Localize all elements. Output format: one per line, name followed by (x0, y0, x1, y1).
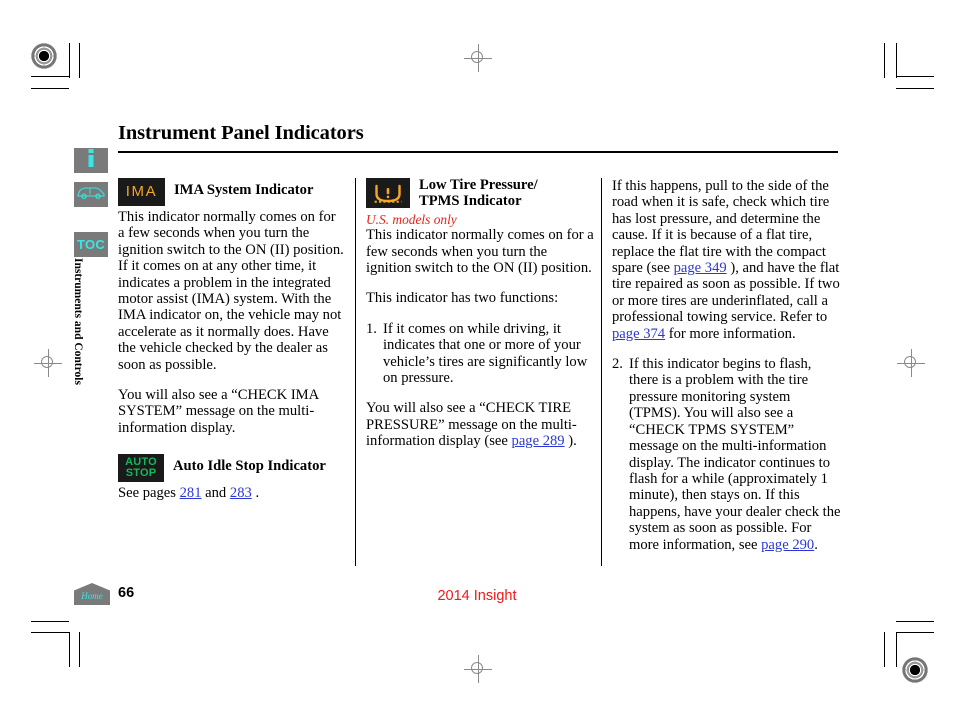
toc-label: TOC (76, 237, 106, 252)
list-item-text-post: . (814, 536, 818, 553)
left-column: IMA IMA System Indicator This indicator … (118, 178, 344, 502)
tpms-function-list: 1. If it comes on while driving, it indi… (366, 321, 594, 387)
column-divider-2 (601, 178, 603, 566)
registration-mark-bottom-center (464, 655, 492, 683)
see-pages-prefix: See pages (118, 485, 176, 502)
crop-mark-bottom-left-v2 (79, 632, 81, 667)
ima-icon-label: IMA (125, 182, 158, 200)
crop-mark-bottom-right-h (896, 632, 934, 634)
crop-mark-top-left-v2 (79, 43, 81, 78)
tpms-closing-post: ). (568, 433, 577, 450)
page-link-374[interactable]: page 374 (612, 326, 665, 342)
tpms-closing-paragraph: You will also see a “CHECK TIRE PRESSURE… (366, 400, 594, 449)
list-item-text: If it comes on while driving, it indicat… (383, 320, 588, 387)
sidebar-item-toc[interactable]: TOC (74, 232, 108, 257)
ima-indicator-icon: IMA (118, 178, 165, 206)
crop-mark-bottom-left-h (31, 632, 69, 634)
auto-idle-stop-header: AUTO STOP Auto Idle Stop Indicator (118, 454, 344, 483)
crop-mark-top-right-h (896, 76, 934, 78)
auto-idle-stop-title: Auto Idle Stop Indicator (173, 458, 326, 475)
ima-paragraph-1: This indicator normally comes on for a f… (118, 209, 344, 373)
crop-mark-bottom-left-v (69, 632, 71, 667)
ima-indicator-title: IMA System Indicator (174, 182, 314, 198)
page-link-283[interactable]: 283 (230, 485, 252, 501)
tire-pressure-icon (366, 178, 410, 208)
crop-mark-bottom-right-h2 (896, 621, 934, 623)
column-divider-1 (355, 178, 357, 566)
crop-mark-top-right-h2 (896, 88, 934, 90)
see-pages-suffix: . (255, 485, 260, 502)
page-link-349[interactable]: page 349 (674, 260, 727, 276)
sidebar-item-info[interactable] (74, 148, 108, 173)
registration-mark-top-center (464, 44, 492, 72)
list-item-number: 1. (366, 320, 377, 337)
right-column: If this happens, pull to the side of the… (612, 178, 844, 553)
see-pages-between: and (205, 485, 227, 502)
tpms-indicator-title: Low Tire Pressure/ TPMS Indicator (419, 177, 538, 209)
tpms-paragraph-2: This indicator has two functions: (366, 290, 559, 307)
crop-mark-bottom-right-v2 (896, 632, 898, 667)
us-models-note: U.S. models only (366, 212, 457, 228)
right-para-post: for more information. (668, 325, 796, 342)
page-link-281[interactable]: 281 (180, 485, 202, 501)
crop-mark-bottom-left-h2 (31, 621, 69, 623)
model-name: 2014 Insight (437, 588, 517, 604)
crop-mark-top-right-v (884, 43, 886, 78)
auto-idle-stop-reference: See pages 281 and 283 . (118, 485, 344, 501)
crop-mark-bottom-right-v (884, 632, 886, 667)
crop-mark-top-left-v (69, 43, 71, 78)
middle-column: Low Tire Pressure/ TPMS Indicator U.S. m… (366, 177, 594, 450)
registration-bullseye-bottom-right (902, 657, 928, 683)
page-link-290[interactable]: page 290 (761, 537, 814, 553)
registration-mark-left-center (34, 349, 62, 377)
crop-mark-top-left-h (31, 76, 69, 78)
info-icon (85, 149, 97, 172)
tpms-title-line2: TPMS Indicator (419, 192, 522, 209)
list-item-text: If this indicator begins to flash, there… (629, 356, 841, 553)
tpms-title-line1: Low Tire Pressure/ (419, 177, 538, 193)
registration-mark-right-center (897, 349, 925, 377)
crop-mark-top-left-h2 (31, 88, 69, 90)
page-title: Instrument Panel Indicators (118, 122, 364, 144)
tpms-function-list-continued: 2. If this indicator begins to flash, th… (612, 356, 844, 553)
auto-icon-line2: STOP (125, 467, 157, 480)
tpms-indicator-header: Low Tire Pressure/ TPMS Indicator (366, 177, 594, 209)
title-divider-rule (118, 151, 838, 153)
sidebar-item-vehicle[interactable] (74, 182, 108, 207)
auto-idle-stop-icon: AUTO STOP (118, 454, 164, 483)
sidebar-section-label: Instruments and Controls (72, 258, 84, 385)
ima-paragraph-2: You will also see a “CHECK IMA SYSTEM” m… (118, 387, 319, 436)
registration-bullseye-top-left (31, 43, 57, 69)
page-link-289[interactable]: page 289 (512, 433, 565, 449)
tpms-paragraph-1: This indicator normally comes on for a f… (366, 227, 594, 276)
ima-indicator-header: IMA IMA System Indicator (118, 178, 344, 206)
list-item: 2. If this indicator begins to flash, th… (612, 356, 844, 553)
right-paragraph-1: If this happens, pull to the side of the… (612, 178, 844, 342)
list-item: 1. If it comes on while driving, it indi… (366, 321, 594, 387)
list-item-number: 2. (612, 356, 623, 373)
crop-mark-top-right-v2 (896, 43, 898, 78)
car-icon (76, 185, 106, 205)
